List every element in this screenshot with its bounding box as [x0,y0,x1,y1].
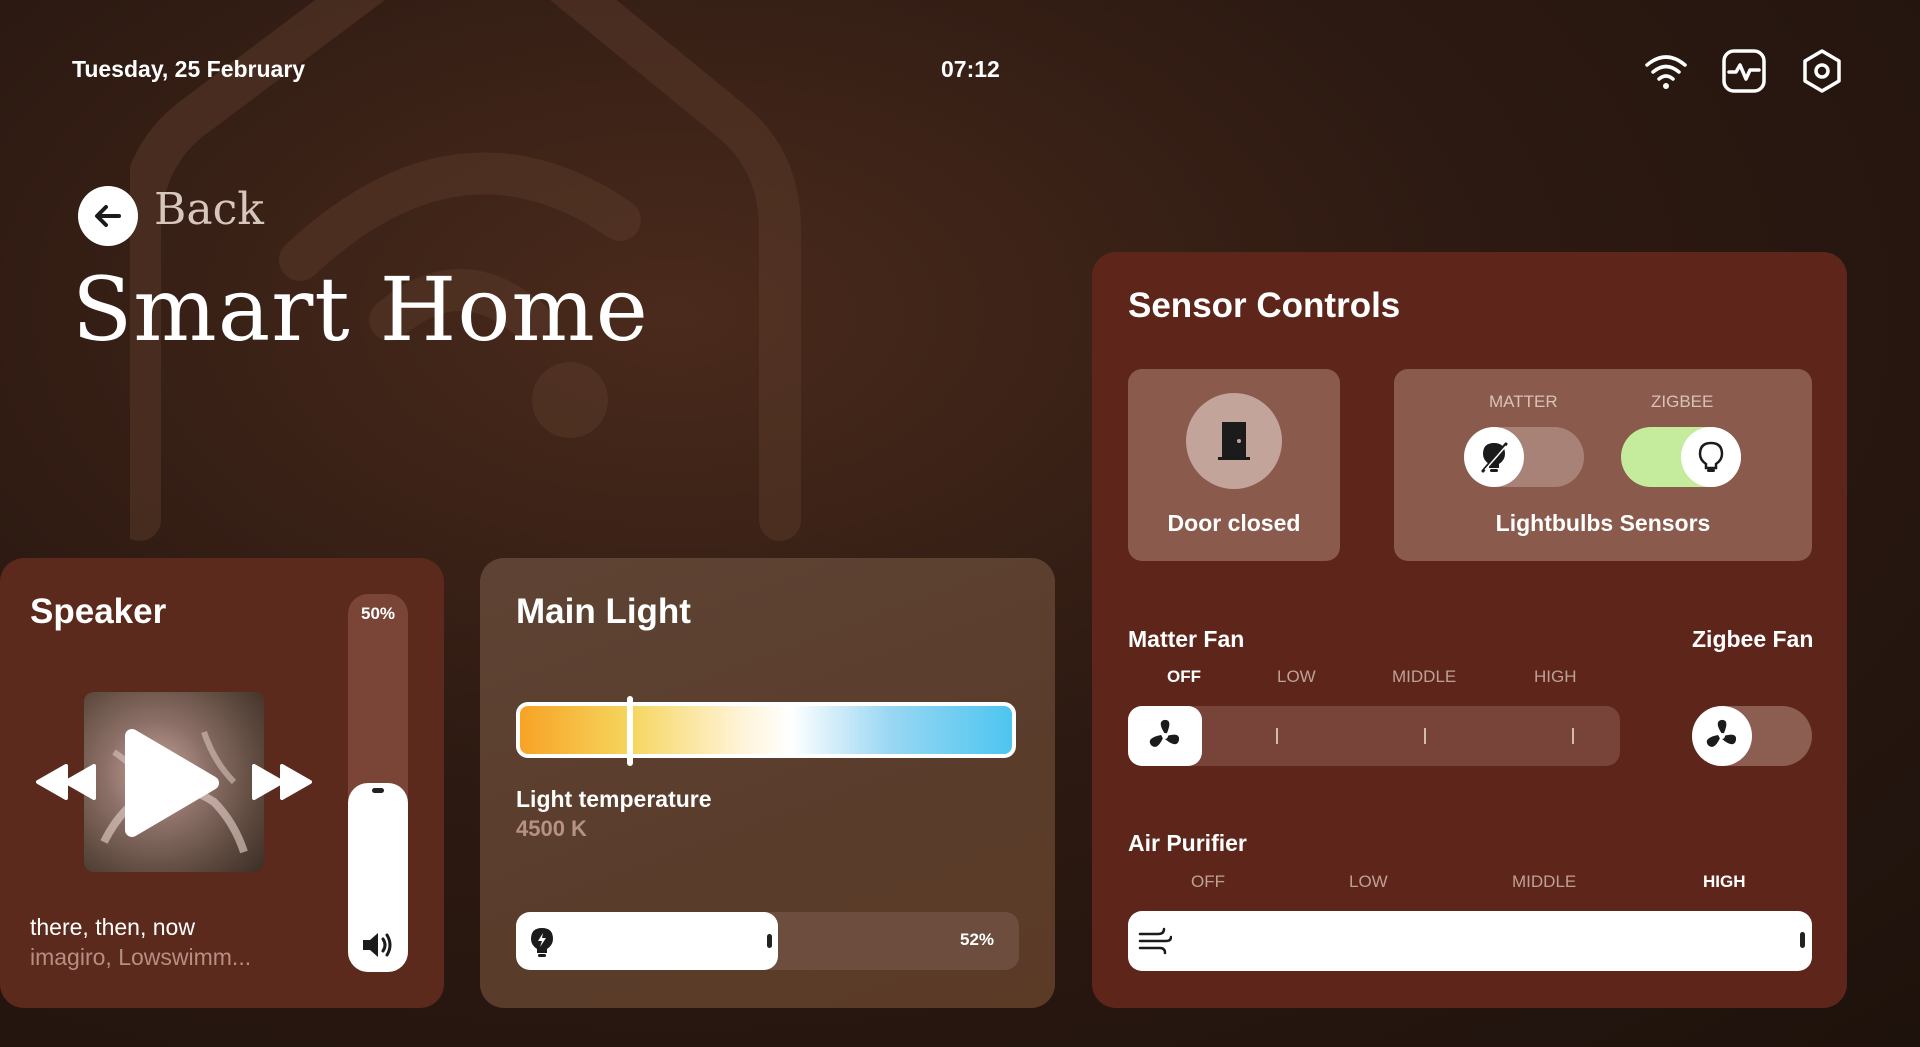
air-purifier-title: Air Purifier [1128,830,1247,856]
air-purifier-level-low[interactable]: LOW [1349,872,1388,892]
fan-icon[interactable] [1128,706,1202,766]
main-light-title: Main Light [516,592,691,631]
current-time: 07:12 [941,56,1000,82]
current-date: Tuesday, 25 February [72,56,306,82]
light-temperature-handle[interactable] [627,696,633,766]
slider-tick [1424,728,1426,744]
matter-fan-title: Matter Fan [1128,626,1245,652]
rewind-icon[interactable] [36,762,96,807]
play-icon[interactable] [122,728,222,843]
light-temperature-slider[interactable] [516,702,1016,758]
matter-fan-level-low[interactable]: LOW [1277,667,1316,687]
activity-monitor-icon[interactable] [1720,47,1768,95]
air-purifier-level-high[interactable]: HIGH [1703,872,1746,892]
lightbulbs-sensors-label: Lightbulbs Sensors [1495,510,1711,536]
light-temperature-value: 4500 K [516,816,587,841]
brightness-handle[interactable] [767,934,772,948]
back-label[interactable]: Back [154,184,264,235]
speaker-title: Speaker [30,592,167,631]
brightness-percent: 52% [960,930,995,949]
sensor-controls-title: Sensor Controls [1128,286,1401,325]
wifi-icon[interactable] [1642,47,1690,95]
track-artist: imagiro, Lowswimm... [30,944,252,970]
fan-icon [1692,706,1752,766]
page-title: Smart Home [72,258,649,361]
air-purifier-level-off[interactable]: OFF [1191,872,1225,892]
settings-hex-icon[interactable] [1798,47,1846,95]
volume-percent: 50% [360,604,396,623]
arrow-left-icon [95,205,121,227]
back-button[interactable] [78,186,138,246]
wind-icon [1138,926,1173,961]
slider-tick [1572,728,1574,744]
matter-fan-level-off[interactable]: OFF [1167,667,1201,687]
air-purifier-handle[interactable] [1800,932,1805,948]
light-temperature-label: Light temperature [516,786,712,812]
door-icon [1186,393,1282,489]
air-purifier-level-middle[interactable]: MIDDLE [1512,872,1576,892]
zigbee-fan-title: Zigbee Fan [1692,626,1814,652]
speaker-volume-icon [361,930,395,965]
volume-handle[interactable] [372,788,384,793]
bulb-on-icon [1681,427,1741,487]
matter-fan-level-middle[interactable]: MIDDLE [1392,667,1456,687]
bulb-off-icon [1464,427,1524,487]
slider-tick [1276,728,1278,744]
door-status-label: Door closed [1167,510,1301,536]
bulb-bolt-icon [528,926,556,963]
air-purifier-slider[interactable] [1128,911,1812,971]
matter-fan-level-high[interactable]: HIGH [1534,667,1577,687]
fast-forward-icon[interactable] [252,762,312,807]
matter-label: MATTER [1489,392,1558,411]
track-title: there, then, now [30,914,195,940]
zigbee-label: ZIGBEE [1651,392,1714,411]
